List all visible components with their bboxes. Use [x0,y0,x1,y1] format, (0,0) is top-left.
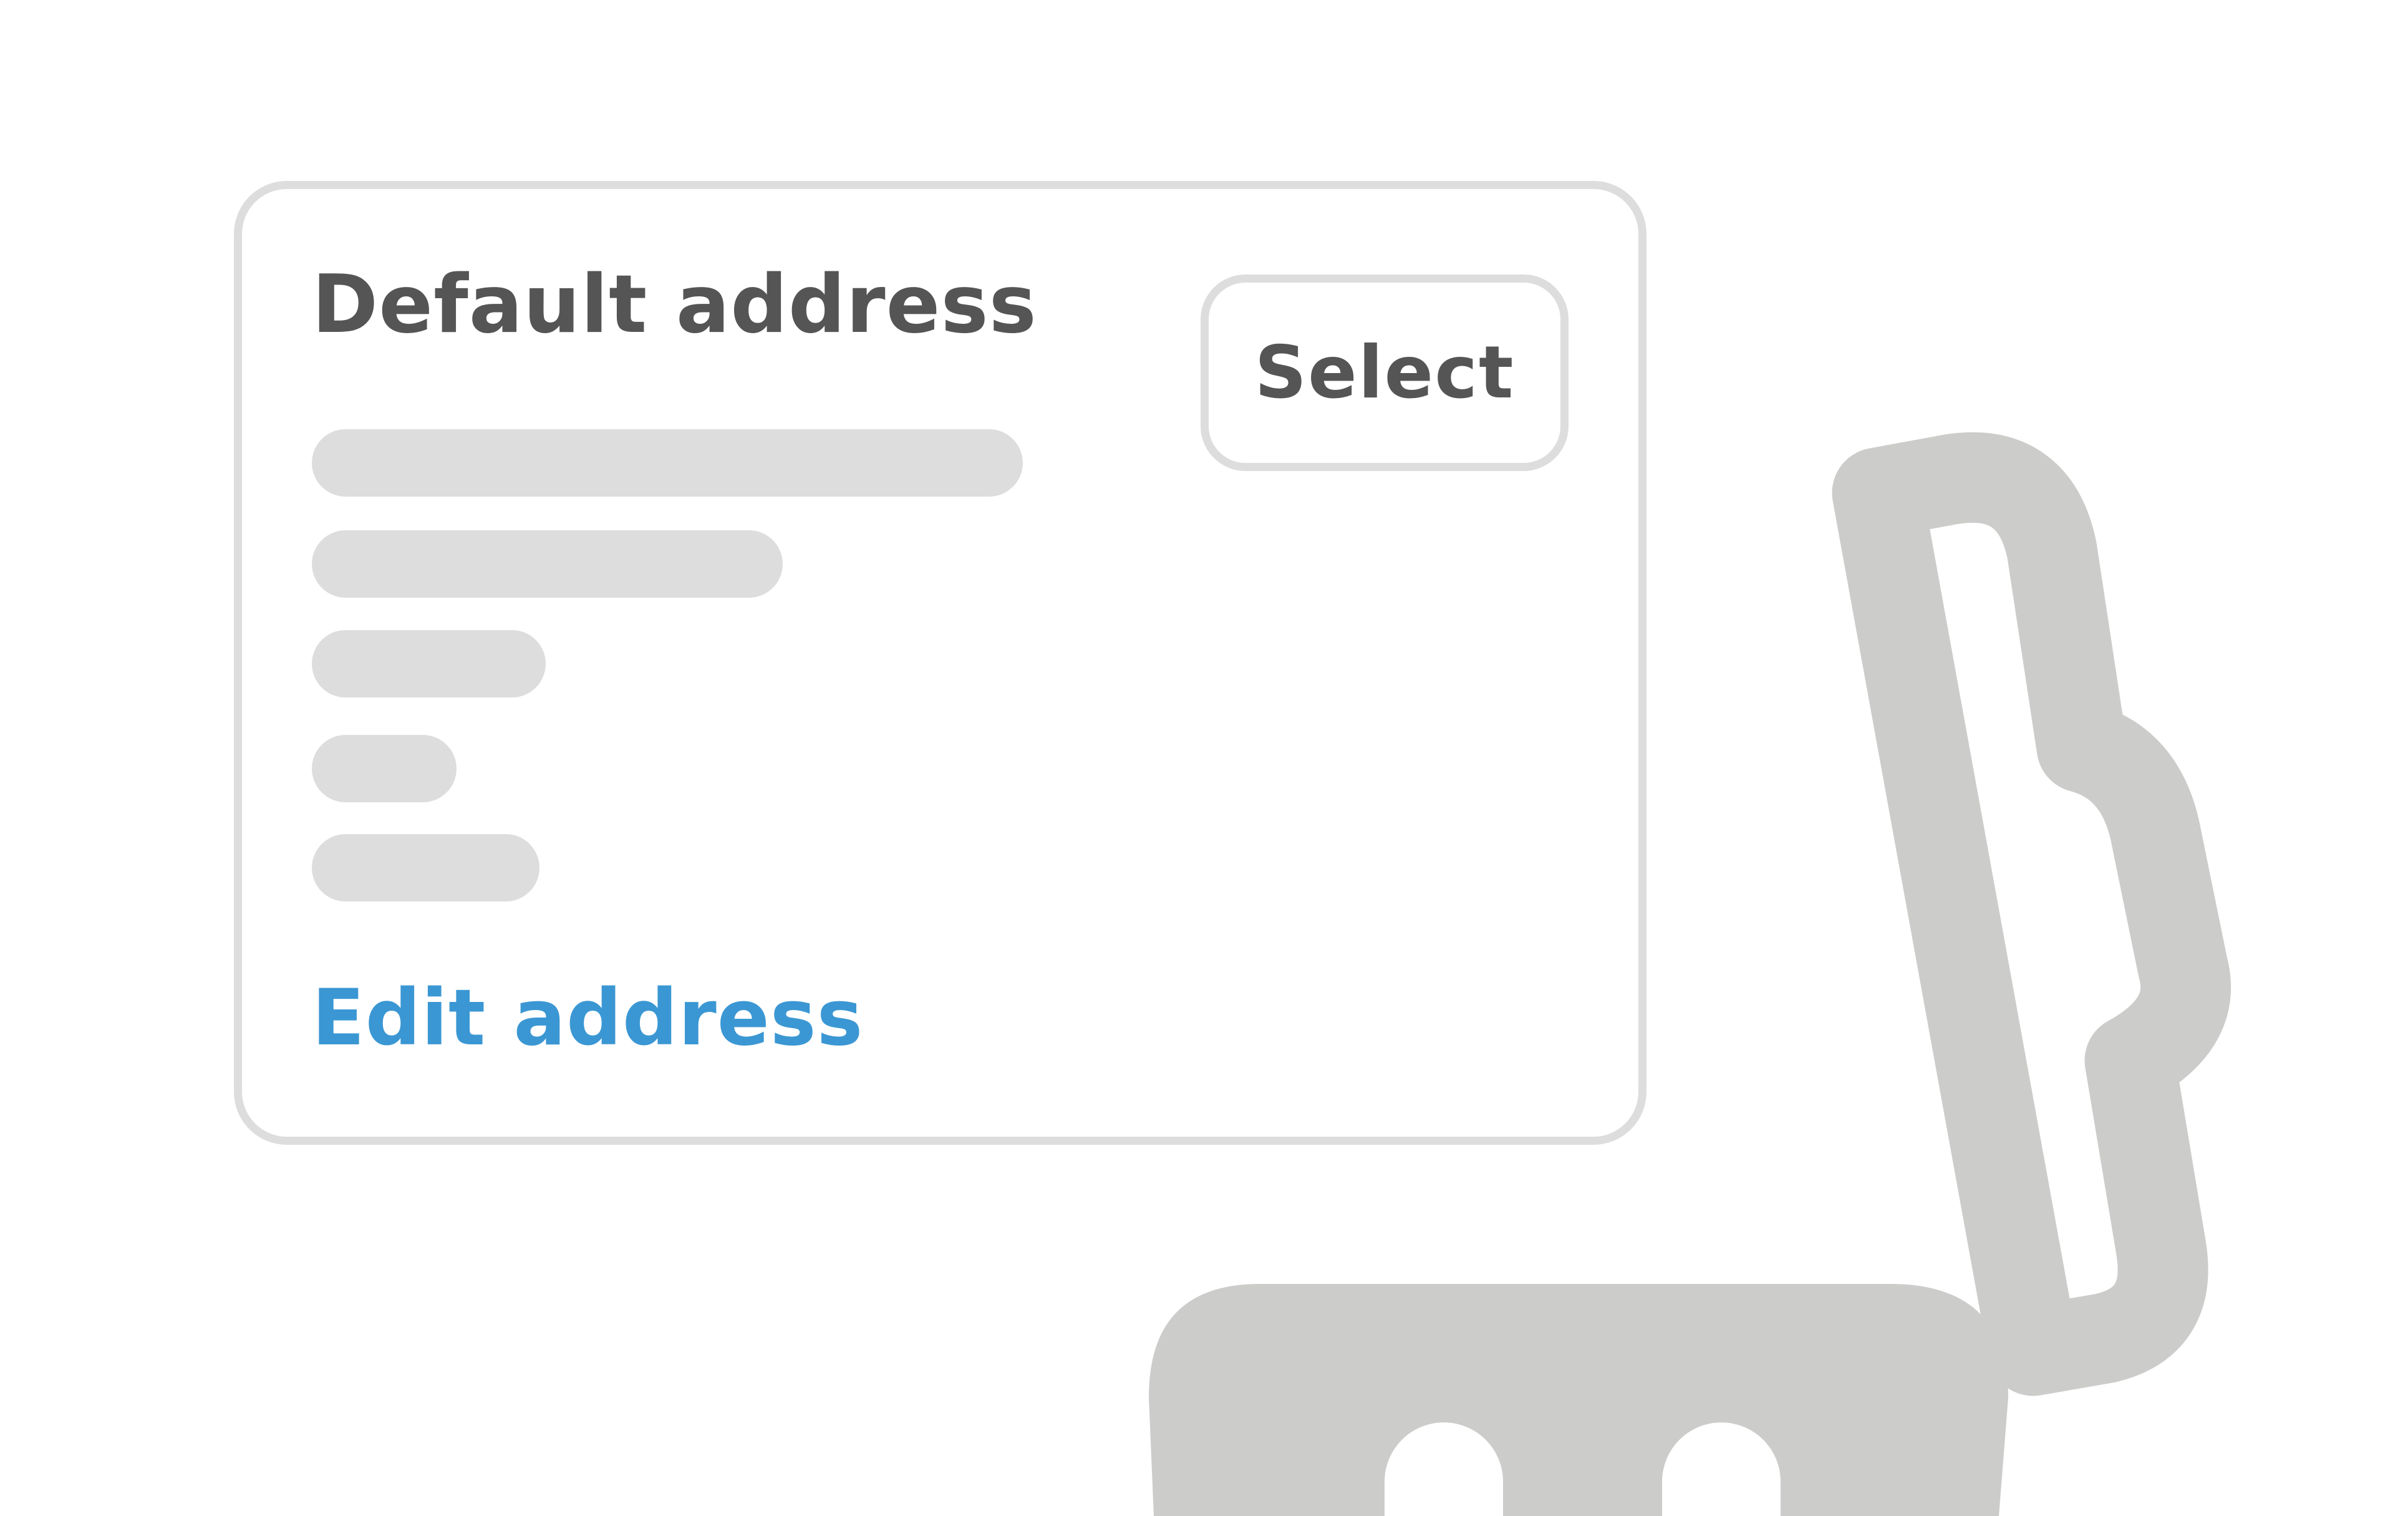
address-line-placeholder [312,429,1023,497]
address-line-placeholder [312,630,546,697]
mailbox-lid [1832,432,2232,1396]
select-button[interactable]: Select [1201,275,1569,471]
mailbox-body [1149,1284,2008,1516]
address-line-placeholder [312,735,457,802]
address-line-placeholder [312,530,783,598]
address-line-placeholder [312,834,539,901]
card-title: Default address [312,258,1037,351]
edit-address-link[interactable]: Edit address [312,979,863,1057]
